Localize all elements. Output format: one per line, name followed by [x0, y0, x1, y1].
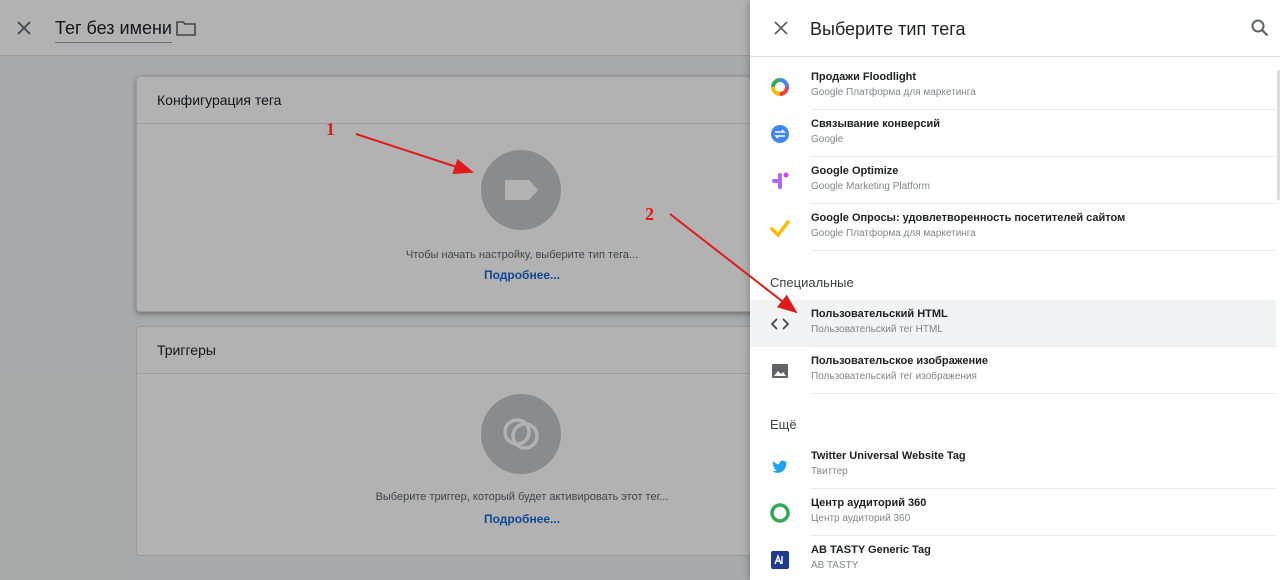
item-title: Продажи Floodlight: [811, 71, 917, 83]
code-icon: [770, 318, 790, 330]
list-item-ab-tasty[interactable]: AB TASTY Generic Tag AB TASTY: [750, 536, 1276, 580]
image-icon: [772, 364, 788, 378]
list-item-audience-center[interactable]: Центр аудиторий 360 Центр аудиторий 360: [750, 489, 1276, 536]
item-title: Пользовательское изображение: [811, 355, 988, 367]
item-subtitle: Google: [811, 134, 844, 145]
divider: [811, 250, 1276, 251]
surveys-icon: [770, 220, 790, 238]
section-heading-special: Специальные: [770, 275, 854, 290]
list-item-floodlight[interactable]: Продажи Floodlight Google Платформа для …: [750, 63, 1276, 110]
item-subtitle: Центр аудиторий 360: [811, 513, 911, 524]
item-subtitle: Google Платформа для маркетинга: [811, 228, 976, 239]
item-title: Центр аудиторий 360: [811, 497, 927, 509]
divider: [811, 393, 1276, 394]
conversion-linker-icon: [771, 125, 789, 143]
list-item-conversion-linker[interactable]: Связывание конверсий Google: [750, 110, 1276, 157]
item-title: Связывание конверсий: [811, 118, 940, 130]
annotation-number-2: 2: [645, 204, 654, 224]
list-item-custom-image[interactable]: Пользовательское изображение Пользовател…: [750, 347, 1276, 394]
list-item-twitter[interactable]: Twitter Universal Website Tag Твиттер: [750, 442, 1276, 489]
drawer-title: Выберите тип тега: [810, 19, 966, 39]
item-title: Пользовательский HTML: [811, 308, 948, 320]
optimize-icon: [772, 172, 789, 189]
list-item-custom-html[interactable]: Пользовательский HTML Пользовательский т…: [750, 300, 1276, 347]
item-subtitle: Пользовательский тег изображения: [811, 371, 977, 382]
item-subtitle: Google Платформа для маркетинга: [811, 87, 976, 98]
section-heading-more: Ещё: [770, 417, 797, 432]
item-subtitle: Google Marketing Platform: [811, 181, 930, 192]
audience-center-icon: [770, 503, 790, 523]
abtasty-icon: [771, 551, 789, 569]
item-title: Twitter Universal Website Tag: [811, 450, 966, 462]
tag-type-drawer: Выберите тип тега Продажи Floodlight Goo…: [750, 0, 1280, 580]
item-title: AB TASTY Generic Tag: [811, 544, 931, 556]
drawer-header: Выберите тип тега: [750, 0, 1280, 57]
search-icon[interactable]: [1250, 18, 1270, 38]
item-subtitle: Твиттер: [811, 466, 848, 477]
list-item-google-optimize[interactable]: Google Optimize Google Marketing Platfor…: [750, 157, 1276, 204]
tag-type-list[interactable]: Продажи Floodlight Google Платформа для …: [750, 57, 1280, 580]
twitter-icon: [772, 460, 787, 473]
list-item-google-surveys[interactable]: Google Опросы: удовлетворенность посетит…: [750, 204, 1276, 251]
modal-overlay[interactable]: [0, 0, 750, 580]
item-subtitle: Пользовательский тег HTML: [811, 324, 943, 335]
item-title: Google Опросы: удовлетворенность посетит…: [811, 212, 1126, 224]
item-subtitle: AB TASTY: [811, 560, 859, 571]
floodlight-icon: [771, 78, 789, 96]
item-title: Google Optimize: [811, 165, 899, 177]
annotation-number-1: 1: [326, 119, 335, 139]
close-icon[interactable]: [772, 19, 790, 37]
